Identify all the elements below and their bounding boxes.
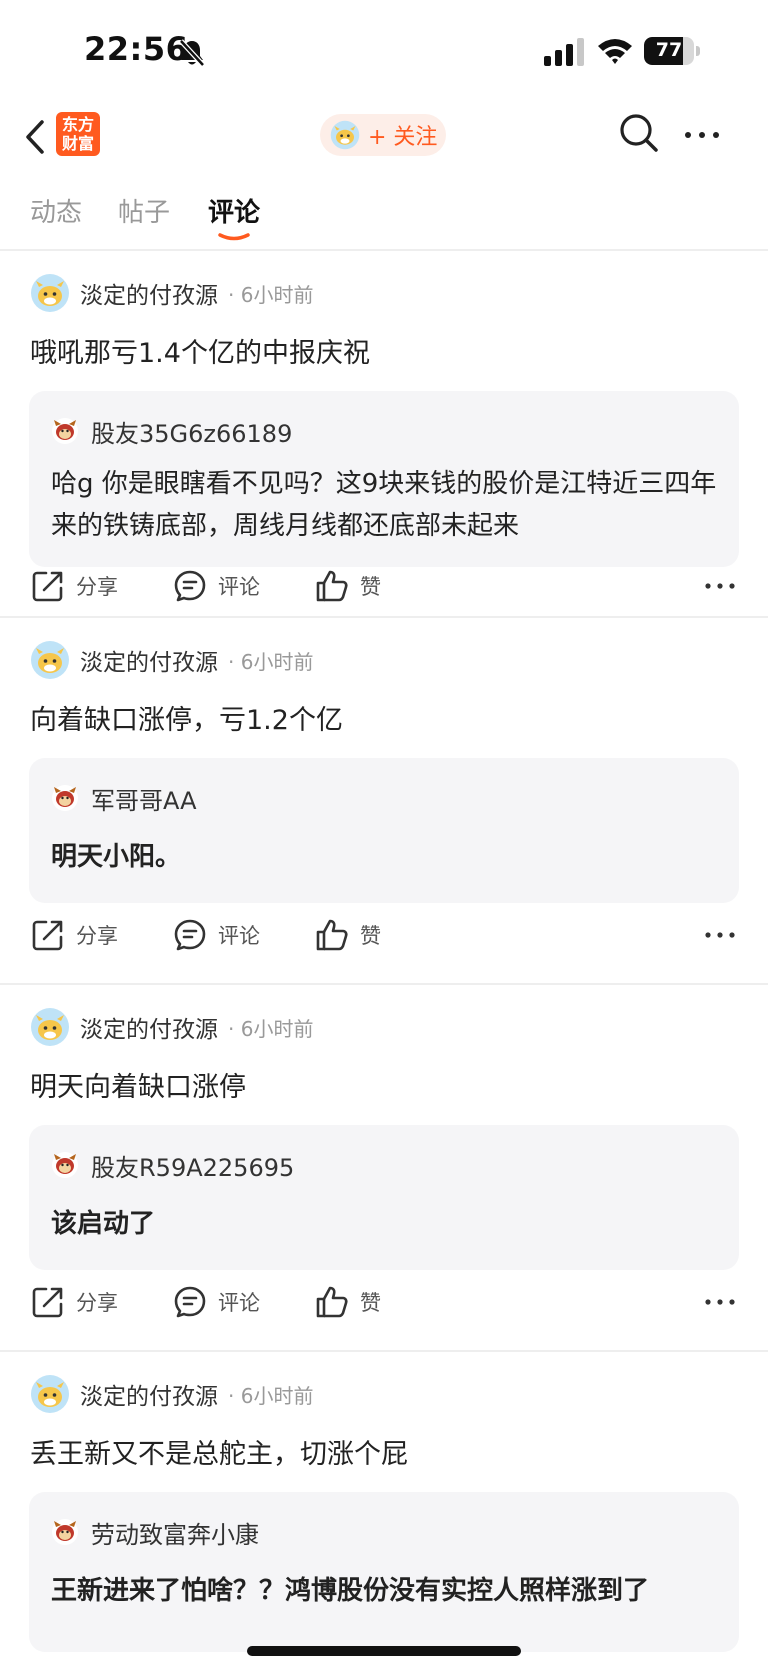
like-label: 赞 (360, 1291, 381, 1315)
battery-icon: 77 (644, 37, 700, 65)
post-header: 淡定的付孜源 · 6小时前 (30, 640, 313, 680)
share-button[interactable]: 分享 (30, 912, 118, 958)
more-options-icon[interactable] (680, 120, 724, 150)
comment-feed: 淡定的付孜源 · 6小时前 哦吼那亏1.4个亿的中报庆祝 股友35G6z6618… (0, 251, 768, 1665)
active-tab-indicator (218, 233, 250, 241)
quoted-user-avatar-icon (52, 785, 78, 811)
more-icon[interactable] (702, 920, 738, 950)
quoted-text: 明天小阳。 (51, 842, 182, 872)
battery-percent: 77 (655, 39, 683, 61)
avatar-icon[interactable] (30, 1007, 70, 1047)
quoted-comment[interactable]: 股友R59A225695 该启动了 (29, 1125, 739, 1270)
like-label: 赞 (360, 575, 381, 599)
comment-icon (174, 570, 206, 602)
quoted-comment[interactable]: 劳动致富奔小康 王新进来了怕啥？？鸿博股份没有实控人照样涨到了 (29, 1492, 739, 1652)
thumbs-up-icon (316, 919, 348, 951)
share-label: 分享 (76, 924, 118, 948)
comment-card: 淡定的付孜源 · 6小时前 向着缺口涨停，亏1.2个亿 军哥哥AA 明天小阳。 (0, 618, 768, 985)
nav-bar: 东方 财富 + 关注 (0, 100, 768, 174)
action-bar: 分享 评论 赞 (0, 912, 768, 976)
comment-icon (174, 919, 206, 951)
like-button[interactable]: 赞 (314, 912, 381, 958)
quoted-user-avatar-icon (52, 1519, 78, 1545)
wifi-icon (598, 39, 632, 64)
post-time: · 6小时前 (228, 1383, 314, 1408)
back-arrow-icon[interactable] (22, 118, 48, 156)
post-header: 淡定的付孜源 · 6小时前 (30, 273, 313, 313)
like-button[interactable]: 赞 (314, 1279, 381, 1325)
follow-label: + 关注 (368, 125, 438, 150)
post-time: · 6小时前 (228, 1016, 314, 1041)
tab-activity[interactable]: 动态 (30, 192, 82, 229)
app-logo: 东方 财富 (56, 112, 100, 156)
like-button[interactable]: 赞 (314, 563, 381, 609)
quote-header: 军哥哥AA (51, 781, 197, 816)
comment-label: 评论 (218, 575, 260, 599)
tab-posts[interactable]: 帖子 (118, 192, 170, 229)
share-label: 分享 (76, 575, 118, 599)
comment-label: 评论 (218, 1291, 260, 1315)
comment-text[interactable]: 明天向着缺口涨停 (30, 1065, 246, 1104)
comment-text[interactable]: 向着缺口涨停，亏1.2个亿 (30, 698, 343, 737)
author-name[interactable]: 淡定的付孜源 (80, 276, 218, 310)
quoted-user-avatar-icon (52, 418, 78, 444)
comment-text[interactable]: 丢王新又不是总舵主，切涨个屁 (30, 1432, 408, 1471)
share-button[interactable]: 分享 (30, 563, 118, 609)
like-label: 赞 (360, 924, 381, 948)
status-time: 22:56 (84, 30, 189, 68)
user-avatar-icon (330, 120, 360, 150)
quoted-user-avatar-icon (52, 1152, 78, 1178)
post-time: · 6小时前 (228, 649, 314, 674)
comment-button[interactable]: 评论 (172, 912, 260, 958)
comment-icon (174, 1286, 206, 1318)
share-icon (32, 920, 63, 951)
post-header: 淡定的付孜源 · 6小时前 (30, 1007, 313, 1047)
share-button[interactable]: 分享 (30, 1279, 118, 1325)
quoted-text: 该启动了 (51, 1209, 156, 1239)
quoted-user-name[interactable]: 劳动致富奔小康 (91, 1515, 259, 1550)
search-icon[interactable] (618, 112, 660, 154)
comment-label: 评论 (218, 924, 260, 948)
quote-header: 劳动致富奔小康 (51, 1515, 259, 1550)
quoted-comment[interactable]: 股友35G6z66189 哈g 你是眼瞎看不见吗？这9块来钱的股价是江特近三四年… (29, 391, 739, 567)
quote-header: 股友R59A225695 (51, 1148, 294, 1183)
avatar-icon[interactable] (30, 273, 70, 313)
quoted-text: 哈g 你是眼瞎看不见吗？这9块来钱的股价是江特近三四年来的铁铸底部，周线月线都还… (51, 469, 717, 541)
signal-icon (544, 38, 584, 66)
quoted-text: 王新进来了怕啥？？鸿博股份没有实控人照样涨到了 (51, 1576, 650, 1606)
follow-button[interactable]: + 关注 (320, 114, 446, 156)
share-icon (32, 1287, 63, 1318)
quote-header: 股友35G6z66189 (51, 414, 292, 449)
quoted-user-name[interactable]: 股友35G6z66189 (91, 414, 292, 449)
share-icon (32, 571, 63, 602)
post-header: 淡定的付孜源 · 6小时前 (30, 1374, 313, 1414)
home-indicator[interactable] (247, 1646, 521, 1656)
thumbs-up-icon (316, 1286, 348, 1318)
comment-card: 淡定的付孜源 · 6小时前 丢王新又不是总舵主，切涨个屁 劳动致富奔小康 王新进… (0, 1352, 768, 1665)
more-icon[interactable] (702, 571, 738, 601)
author-name[interactable]: 淡定的付孜源 (80, 1377, 218, 1411)
thumbs-up-icon (316, 570, 348, 602)
comment-button[interactable]: 评论 (172, 563, 260, 609)
avatar-icon[interactable] (30, 640, 70, 680)
bell-off-icon (179, 39, 205, 67)
tab-comments[interactable]: 评论 (208, 192, 260, 229)
action-bar: 分享 评论 赞 (0, 1279, 768, 1343)
tab-bar: 动态 帖子 评论 (0, 180, 768, 250)
comment-card: 淡定的付孜源 · 6小时前 哦吼那亏1.4个亿的中报庆祝 股友35G6z6618… (0, 251, 768, 618)
comment-card: 淡定的付孜源 · 6小时前 明天向着缺口涨停 股友R59A225695 该启动了 (0, 985, 768, 1352)
quoted-user-name[interactable]: 军哥哥AA (91, 781, 197, 816)
share-label: 分享 (76, 1291, 118, 1315)
comment-text[interactable]: 哦吼那亏1.4个亿的中报庆祝 (30, 331, 370, 370)
post-time: · 6小时前 (228, 282, 314, 307)
quoted-user-name[interactable]: 股友R59A225695 (91, 1148, 294, 1183)
author-name[interactable]: 淡定的付孜源 (80, 1010, 218, 1044)
author-name[interactable]: 淡定的付孜源 (80, 643, 218, 677)
quoted-comment[interactable]: 军哥哥AA 明天小阳。 (29, 758, 739, 903)
status-bar: 22:56 77 (0, 0, 768, 100)
avatar-icon[interactable] (30, 1374, 70, 1414)
comment-button[interactable]: 评论 (172, 1279, 260, 1325)
more-icon[interactable] (702, 1287, 738, 1317)
